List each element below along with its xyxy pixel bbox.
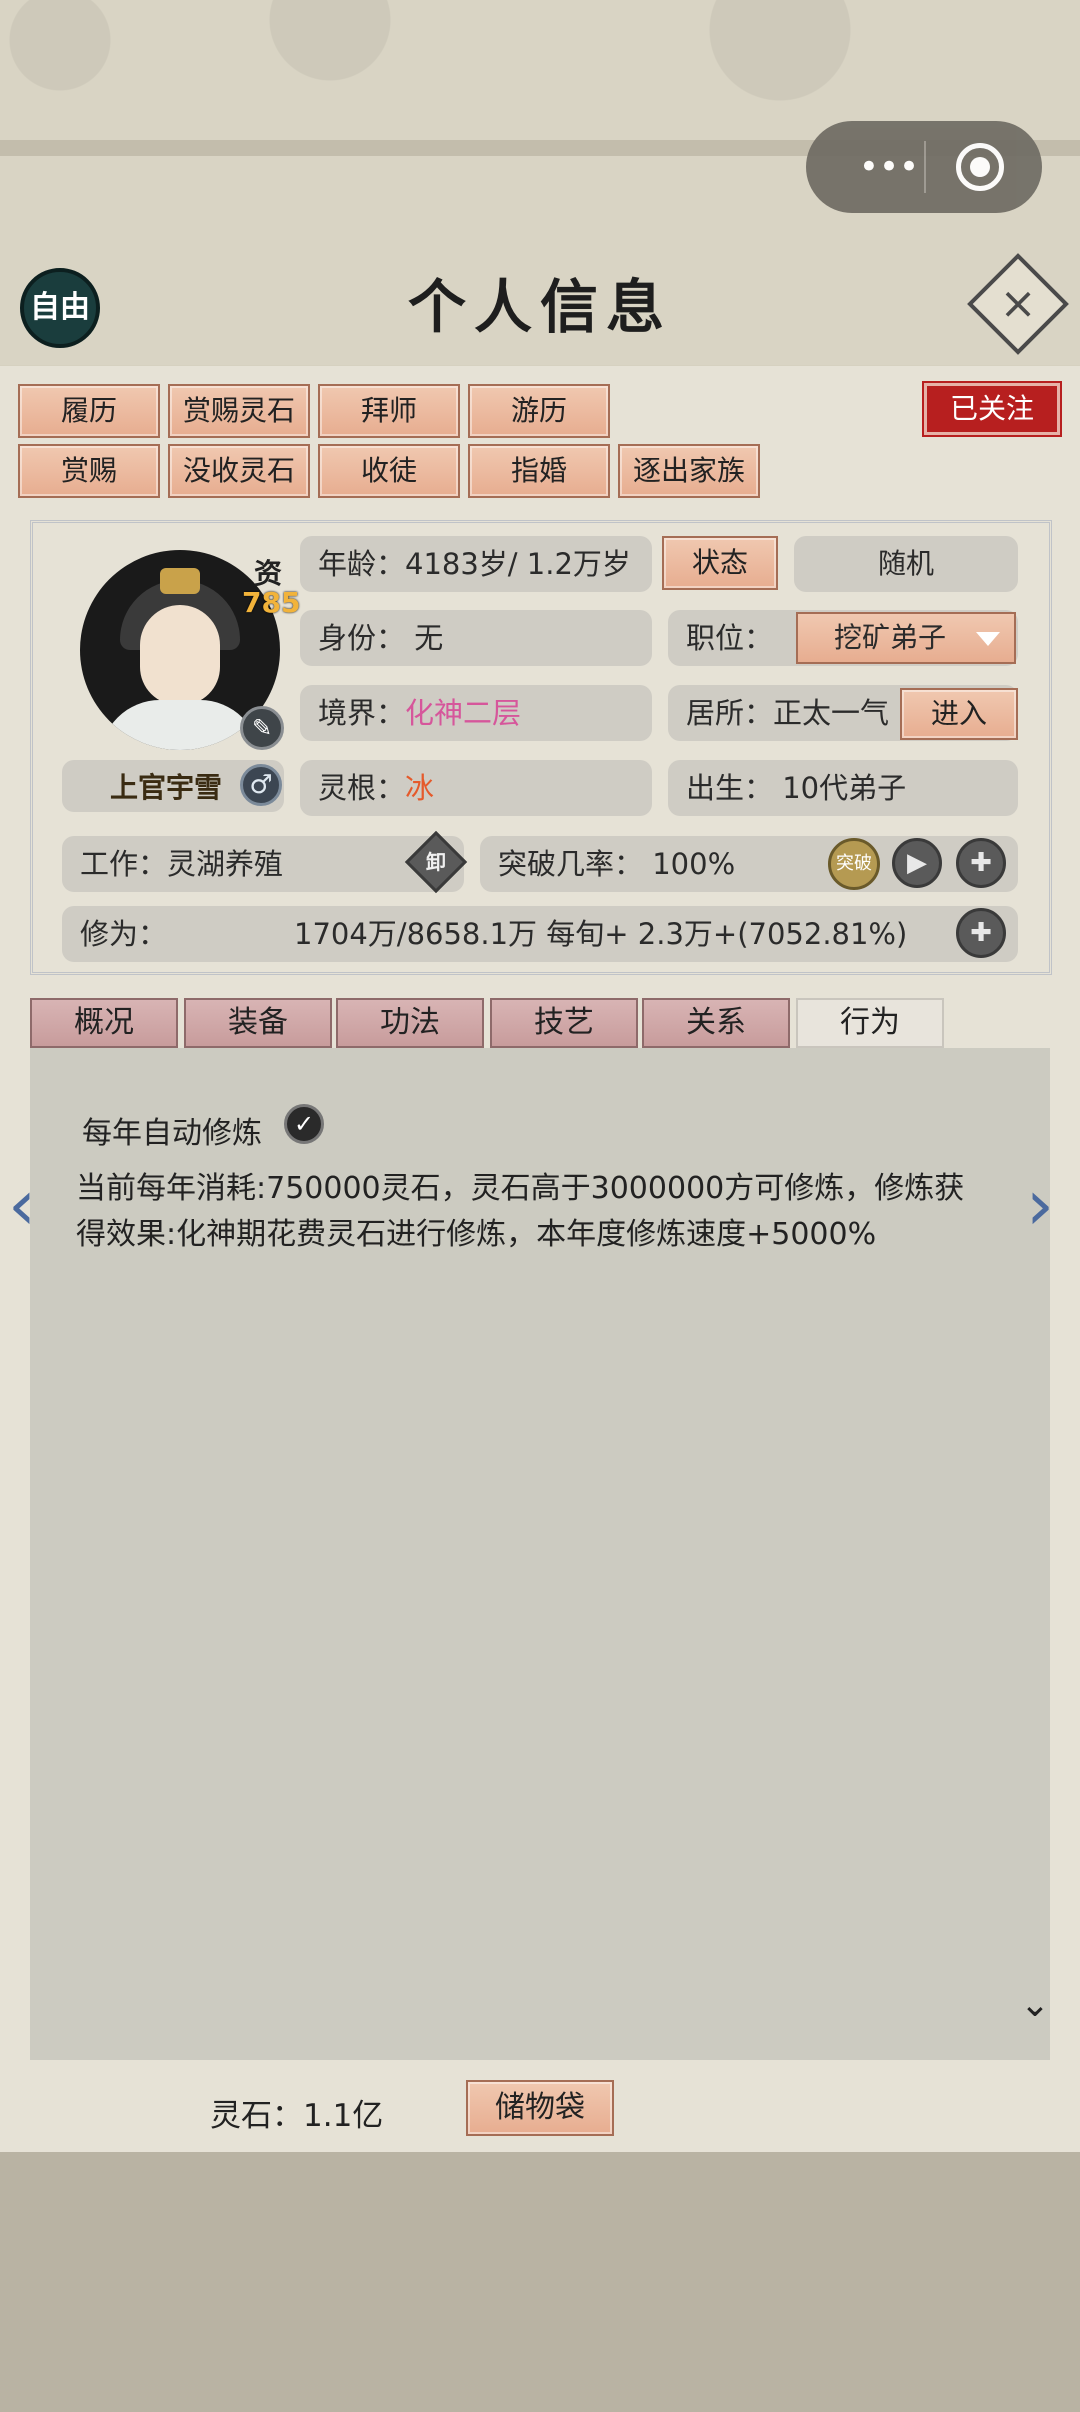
position-value: 挖矿弟子 bbox=[834, 621, 947, 654]
avatar-robe bbox=[100, 700, 260, 750]
travel-button[interactable]: 游历 bbox=[468, 384, 610, 438]
realm-value: 化神二层 bbox=[405, 696, 522, 730]
edit-brush-icon[interactable]: ✎ bbox=[240, 706, 284, 750]
tab-equipment[interactable]: 装备 bbox=[184, 998, 332, 1048]
birth-field: 出生： 10代弟子 bbox=[668, 760, 1018, 816]
root-value: 冰 bbox=[405, 771, 435, 805]
status-button[interactable]: 状态 bbox=[662, 536, 778, 590]
cultivation-label: 修为： bbox=[80, 917, 168, 951]
add-icon[interactable]: ✚ bbox=[956, 838, 1006, 888]
tab-overview[interactable]: 概况 bbox=[30, 998, 178, 1048]
aptitude-value: 785 bbox=[242, 586, 301, 619]
behavior-description: 当前每年消耗:750000灵石，灵石高于3000000方可修炼，修炼获得效果:化… bbox=[76, 1171, 965, 1252]
more-icon[interactable]: ••• bbox=[844, 145, 934, 189]
reward-button[interactable]: 赏赐 bbox=[18, 444, 160, 498]
chevron-down-icon bbox=[976, 632, 1000, 646]
tab-crafts[interactable]: 技艺 bbox=[490, 998, 638, 1048]
work-field: 工作：灵湖养殖 bbox=[62, 836, 464, 892]
realm-label: 境界： bbox=[318, 696, 406, 730]
character-name: 上官宇雪 bbox=[110, 771, 223, 804]
page-title: 个人信息 bbox=[407, 273, 672, 341]
followed-badge[interactable]: 已关注 bbox=[924, 383, 1060, 435]
male-gender-icon: ♂ bbox=[240, 764, 282, 806]
age-field: 年龄：4183岁/ 1.2万岁 bbox=[300, 536, 652, 592]
exit-target-icon[interactable] bbox=[956, 143, 1004, 191]
previous-arrow-icon[interactable]: ‹ bbox=[8, 1170, 36, 1240]
next-arrow-icon[interactable]: › bbox=[1026, 1170, 1054, 1240]
take-disciple-button[interactable]: 收徒 bbox=[318, 444, 460, 498]
residence-text: 居所：正太一气 bbox=[686, 696, 890, 730]
random-button[interactable]: 随机 bbox=[794, 536, 1018, 592]
unload-label: 卸 bbox=[426, 850, 446, 874]
expel-family-button[interactable]: 逐出家族 bbox=[618, 444, 760, 498]
position-dropdown[interactable]: 挖矿弟子 bbox=[796, 612, 1016, 664]
bottom-background bbox=[0, 2152, 1080, 2412]
tab-behavior[interactable]: 行为 bbox=[796, 998, 944, 1048]
cultivation-value: 1704万/8658.1万 每旬+ 2.3万+(7052.81%) bbox=[294, 917, 908, 951]
arrange-marriage-button[interactable]: 指婚 bbox=[468, 444, 610, 498]
auto-cultivate-checkbox[interactable]: ✓ bbox=[284, 1104, 324, 1144]
breakthrough-icon[interactable]: 突破 bbox=[828, 838, 880, 890]
cultivation-field: 修为： 1704万/8658.1万 每旬+ 2.3万+(7052.81%) bbox=[62, 906, 1018, 962]
capsule-divider bbox=[924, 141, 926, 193]
tab-relations[interactable]: 关系 bbox=[642, 998, 790, 1048]
spirit-stone-count: 灵石：1.1亿 bbox=[210, 2098, 384, 2134]
tab-skills[interactable]: 功法 bbox=[336, 998, 484, 1048]
scroll-down-icon[interactable]: ⌄ bbox=[1010, 1987, 1060, 2030]
confiscate-stone-button[interactable]: 没收灵石 bbox=[168, 444, 310, 498]
realm-field: 境界：化神二层 bbox=[300, 685, 652, 741]
root-field: 灵根：冰 bbox=[300, 760, 652, 816]
cultivation-add-icon[interactable]: ✚ bbox=[956, 908, 1006, 958]
mini-program-capsule: ••• bbox=[806, 121, 1042, 213]
identity-field: 身份： 无 bbox=[300, 610, 652, 666]
avatar-crown bbox=[160, 568, 200, 594]
storage-bag-button[interactable]: 储物袋 bbox=[466, 2080, 614, 2136]
root-label: 灵根： bbox=[318, 771, 406, 805]
play-icon[interactable]: ▶ bbox=[892, 838, 942, 888]
position-label: 职位： bbox=[686, 621, 774, 655]
reward-stone-button[interactable]: 赏赐灵石 bbox=[168, 384, 310, 438]
auto-cultivate-label: 每年自动修炼 bbox=[82, 1116, 262, 1151]
enter-button[interactable]: 进入 bbox=[900, 688, 1018, 740]
history-button[interactable]: 履历 bbox=[18, 384, 160, 438]
avatar-face bbox=[140, 605, 220, 705]
apprentice-button[interactable]: 拜师 bbox=[318, 384, 460, 438]
close-icon: × bbox=[999, 278, 1037, 329]
